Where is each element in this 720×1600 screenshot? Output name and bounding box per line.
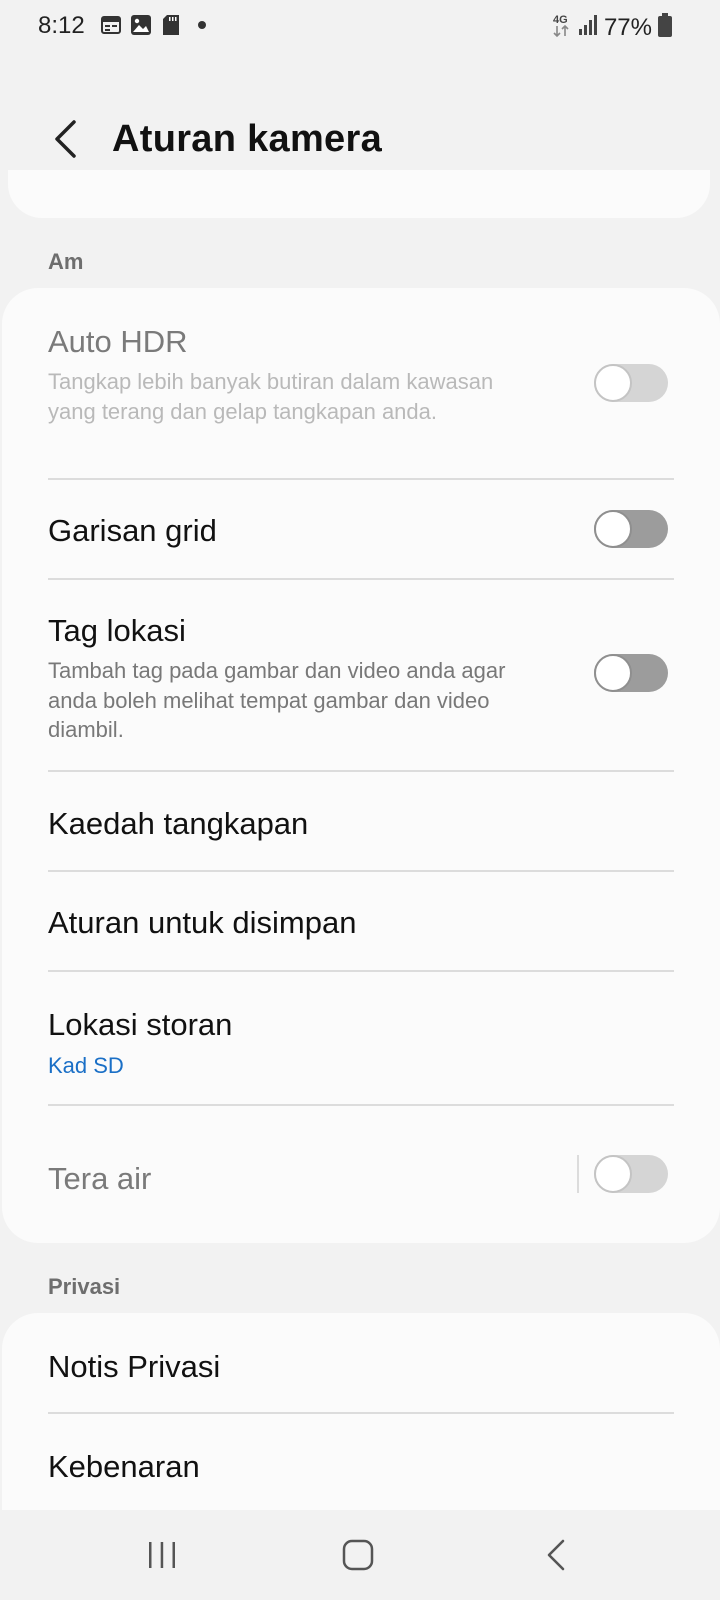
home-button[interactable] [330,1530,386,1580]
toggle-knob [594,1155,632,1193]
setting-storage-location[interactable]: Lokasi storan Kad SD [2,971,720,1104]
recent-apps-button[interactable] [134,1530,190,1580]
setting-title: Tera air [48,1161,152,1196]
battery-icon [658,13,672,42]
toggle-knob [594,654,632,692]
navigation-bar [0,1510,720,1600]
recent-apps-icon [149,1542,175,1568]
setting-auto-hdr[interactable]: Auto HDR Tangkap lebih banyak butiran da… [2,288,720,478]
setting-title: Garisan grid [48,513,217,548]
section-label-general: Am [48,249,84,274]
setting-description: Tambah tag pada gambar dan video anda ag… [48,658,506,742]
status-system-icons: 4G 77% [552,12,672,43]
status-time: 8:12 [38,12,85,39]
grid-lines-toggle[interactable] [594,510,668,548]
toggle-knob [594,510,632,548]
setting-location-tag[interactable]: Tag lokasi Tambah tag pada gambar dan vi… [2,579,720,770]
watermark-toggle[interactable] [594,1155,668,1193]
sd-card-icon [160,14,182,36]
section-label-privacy: Privasi [48,1274,121,1299]
status-notification-icons [100,14,206,36]
setting-privacy-notice[interactable]: Notis Privasi [2,1313,720,1412]
back-arrow-icon [55,120,76,158]
setting-title: Aturan untuk disimpan [48,905,357,940]
back-button[interactable] [40,114,90,164]
svg-text:4G: 4G [553,14,568,26]
setting-title: Auto HDR [48,324,188,359]
calendar-icon [100,14,122,36]
home-icon [342,1539,374,1571]
previous-card-bottom [8,170,710,218]
settings-card-general: Auto HDR Tangkap lebih banyak butiran da… [2,288,720,1243]
setting-grid-lines[interactable]: Garisan grid [2,479,720,578]
auto-hdr-toggle[interactable] [594,364,668,402]
setting-shooting-methods[interactable]: Kaedah tangkapan [2,771,720,870]
setting-description: Tangkap lebih banyak butiran dalam kawas… [48,369,494,424]
storage-location-value: Kad SD [48,1053,124,1078]
location-tag-toggle[interactable] [594,654,668,692]
setting-title: Kebenaran [48,1449,200,1484]
page-title: Aturan kamera [112,118,383,160]
setting-title: Tag lokasi [48,613,186,648]
signal-icon [578,14,598,41]
notification-dot-icon [198,21,206,29]
gallery-icon [130,14,152,36]
vertical-separator [577,1155,579,1193]
setting-permissions[interactable]: Kebenaran [2,1413,720,1513]
status-bar: 8:12 4G 77% [0,0,720,52]
setting-settings-to-keep[interactable]: Aturan untuk disimpan [2,871,720,970]
setting-title: Kaedah tangkapan [48,806,309,841]
toggle-knob [594,364,632,402]
back-icon [547,1539,565,1571]
setting-title: Lokasi storan [48,1007,233,1042]
nav-back-button[interactable] [528,1530,584,1580]
setting-watermark[interactable]: Tera air [2,1105,720,1243]
network-4g-icon: 4G [552,12,572,43]
setting-title: Notis Privasi [48,1349,221,1384]
battery-percentage: 77% [603,13,652,41]
